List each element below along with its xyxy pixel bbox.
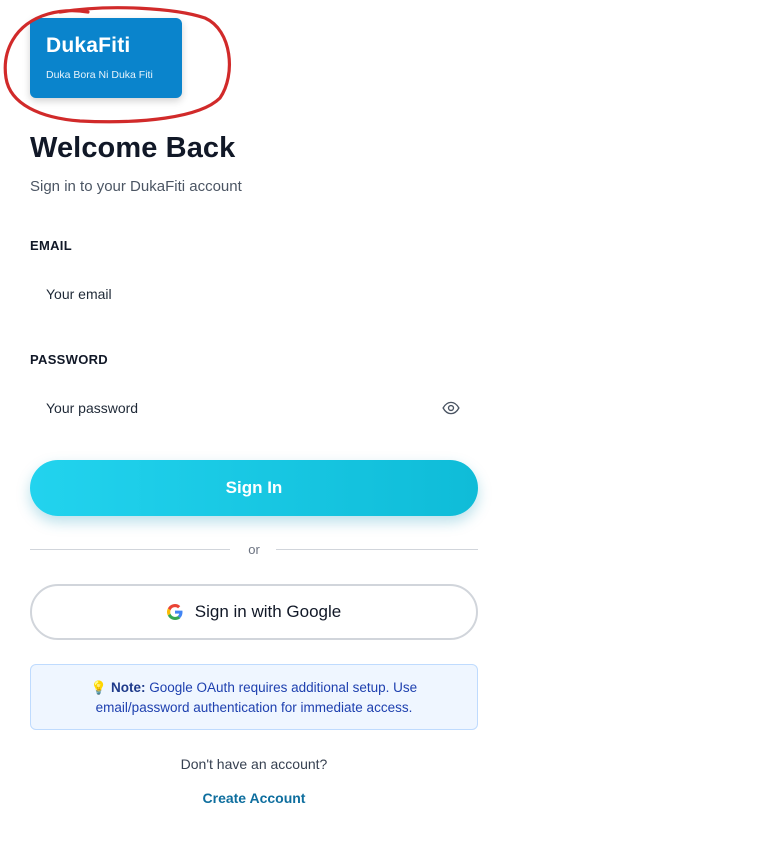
google-button-label: Sign in with Google [194,602,342,621]
logo-tagline: Duka Bora Ni Duka Fiti [46,69,153,81]
note-title: Note: [111,680,146,695]
logo-title: DukaFiti [46,34,131,57]
email-label: EMAIL [30,238,72,253]
eye-icon[interactable] [442,399,460,417]
email-field[interactable] [30,270,478,318]
password-label: PASSWORD [30,352,108,367]
page-subtitle: Sign in to your DukaFiti account [30,178,242,195]
sign-in-page: DukaFiti Duka Bora Ni Duka Fiti Welcome … [0,0,757,855]
create-account-link[interactable]: Create Account [30,790,478,806]
google-sign-in-button[interactable]: Sign in with Google [30,584,478,640]
divider-right [276,549,478,550]
password-field-container [30,384,478,432]
no-account-prompt: Don't have an account? [180,756,328,772]
divider-text: or [248,542,260,557]
google-icon [166,604,183,620]
password-field[interactable] [30,384,478,432]
lightbulb-icon: 💡 [90,680,107,695]
oauth-note: 💡 Note: Google OAuth requires additional … [30,664,478,730]
page-title: Welcome Back [30,132,236,164]
divider-left [30,549,230,550]
sign-in-button[interactable]: Sign In [30,460,478,516]
brand-logo: DukaFiti Duka Bora Ni Duka Fiti [30,18,182,98]
email-field-container [30,270,478,318]
